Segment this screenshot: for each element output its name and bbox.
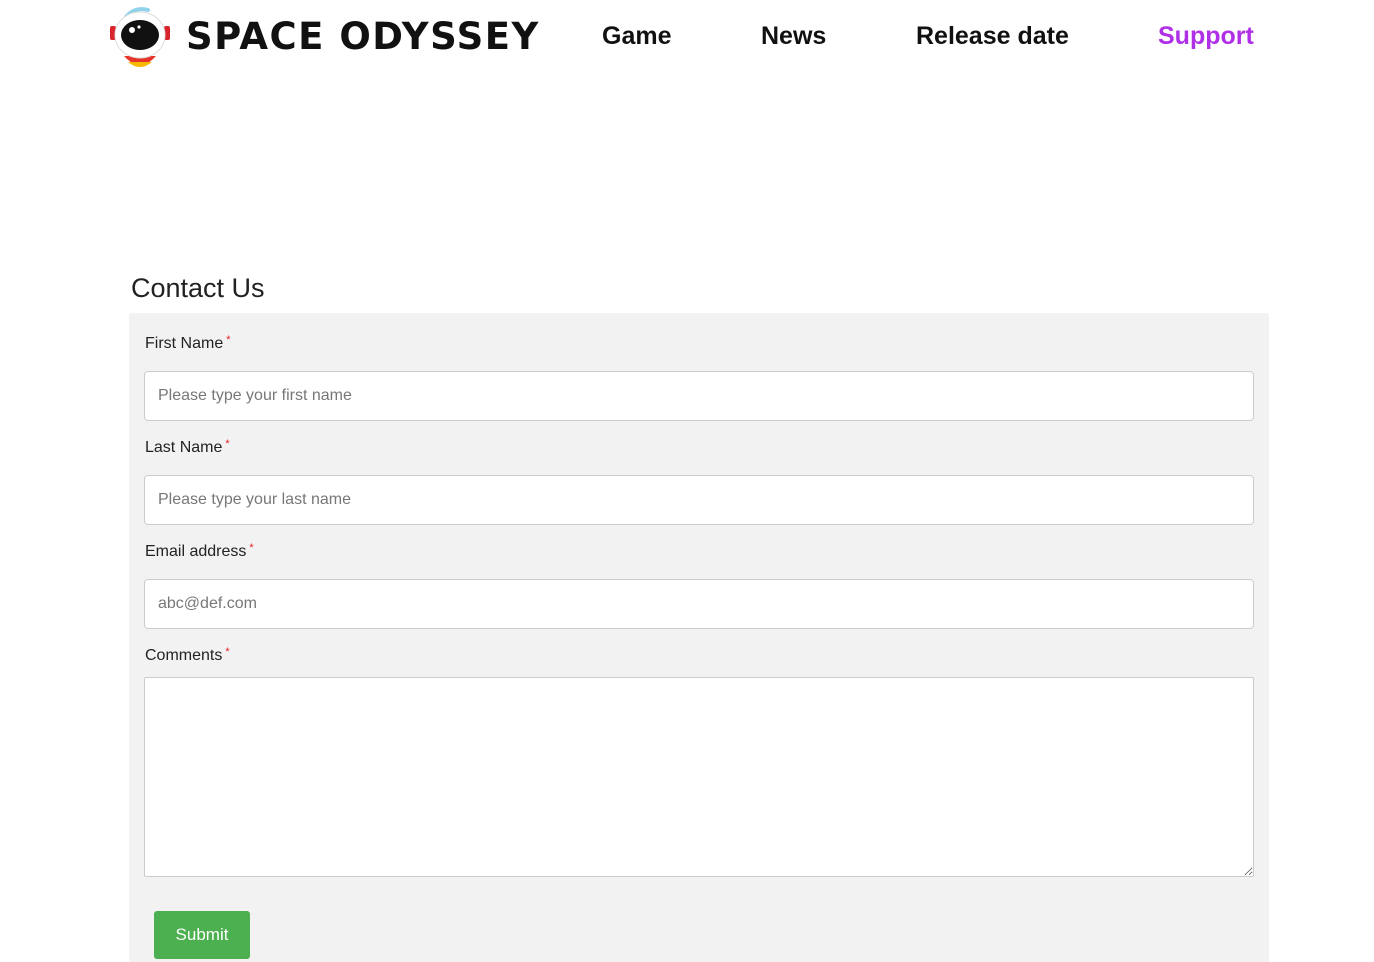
nav-link-news[interactable]: News <box>761 20 826 52</box>
submit-button[interactable]: Submit <box>154 911 250 959</box>
contact-form: First Name* Last Name* Email address* Co… <box>129 313 1269 962</box>
brand-name[interactable]: SPACE ODYSSEY <box>186 15 540 59</box>
comments-label: Comments * <box>145 646 230 666</box>
required-mark: * <box>225 438 230 450</box>
astronaut-helmet-icon[interactable] <box>108 6 172 72</box>
email-input[interactable] <box>144 579 1254 629</box>
first-name-label: First Name * <box>145 334 231 354</box>
last-name-label-text: Last Name <box>145 439 223 456</box>
required-mark: * <box>225 646 230 658</box>
nav-link-support[interactable]: Support <box>1158 20 1254 52</box>
first-name-input[interactable] <box>144 371 1254 421</box>
required-mark: * <box>249 542 254 554</box>
last-name-input[interactable] <box>144 475 1254 525</box>
email-label-text: Email address <box>145 543 247 560</box>
nav-link-game[interactable]: Game <box>602 20 671 52</box>
first-name-label-text: First Name <box>145 335 224 352</box>
page-title: Contact Us <box>131 273 265 303</box>
nav-link-release-date[interactable]: Release date <box>916 20 1069 52</box>
email-label: Email address * <box>145 542 254 562</box>
required-mark: * <box>226 334 231 346</box>
site-header: SPACE ODYSSEY Game News Release date Sup… <box>0 0 1374 80</box>
last-name-label: Last Name * <box>145 438 230 458</box>
comments-textarea[interactable] <box>144 677 1254 877</box>
comments-label-text: Comments <box>145 647 223 664</box>
